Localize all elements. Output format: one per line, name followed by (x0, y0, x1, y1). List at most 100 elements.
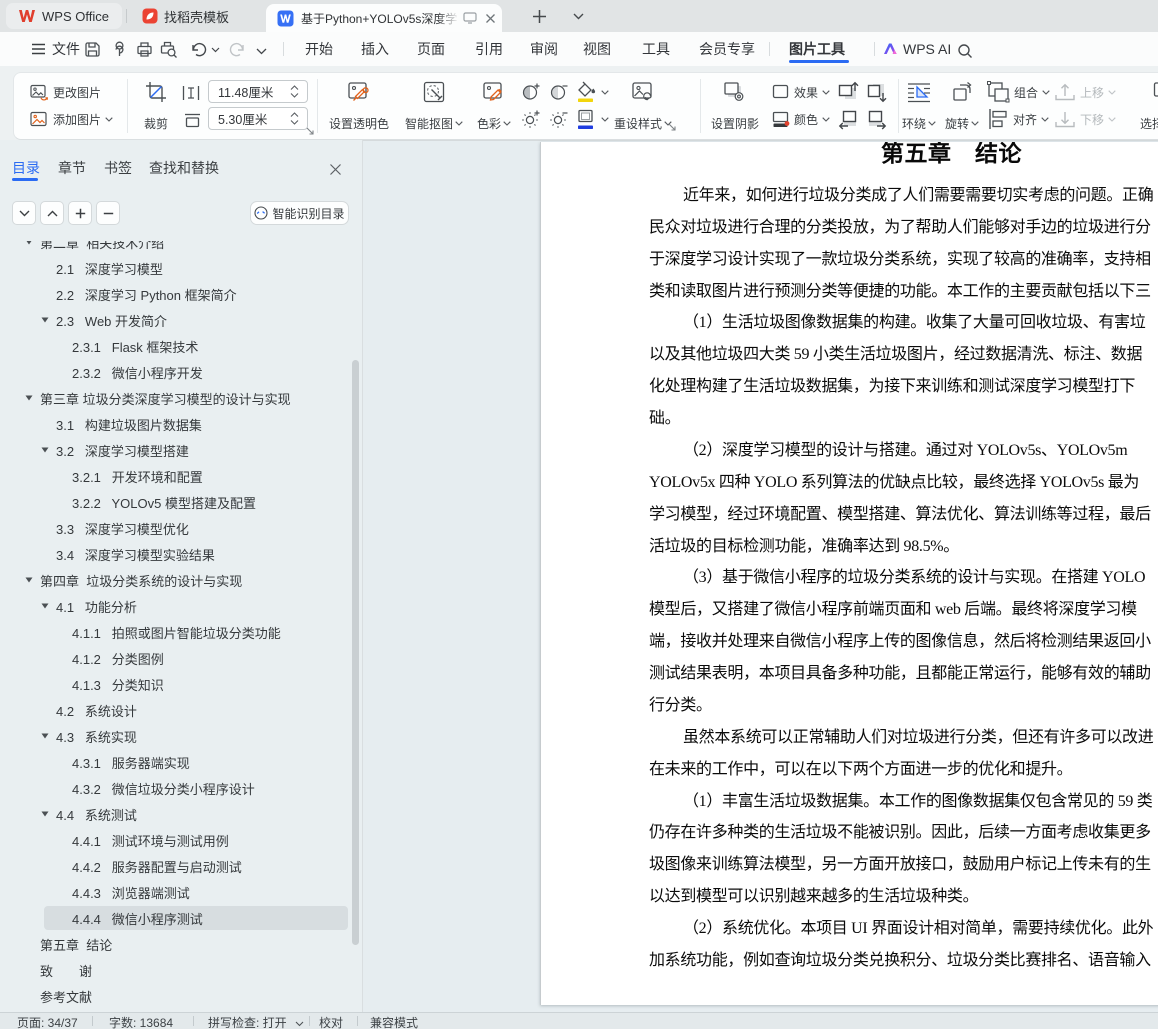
increase-contrast-button[interactable] (519, 81, 541, 103)
toc-item[interactable]: 2.2 深度学习 Python 框架简介 (0, 281, 352, 307)
quickbar-more-icon[interactable] (256, 41, 267, 61)
toc-item[interactable]: 第三章 垃圾分类深度学习模型的设计与实现 (0, 385, 352, 411)
sidebar-close-icon[interactable] (329, 163, 342, 176)
smart-cutout-button[interactable]: 智能抠图 (396, 78, 472, 136)
tab-list-dropdown-icon[interactable] (570, 8, 586, 24)
effects-button[interactable]: 效果 (772, 80, 830, 104)
toc-item[interactable]: 4.3.1 服务器端实现 (0, 749, 352, 775)
toc-collapse-arrow-icon[interactable] (41, 446, 49, 454)
undo-button[interactable] (190, 40, 220, 60)
sidebar-scrollbar-thumb[interactable] (352, 360, 359, 945)
toc-item[interactable]: 4.1.3 分类知识 (0, 671, 352, 697)
decrease-brightness-button[interactable] (547, 108, 569, 130)
toc-expand-up-button[interactable] (40, 201, 64, 225)
save-icon[interactable] (84, 39, 101, 59)
change-picture-button[interactable]: 更改图片 (30, 80, 101, 104)
toc-item[interactable]: 4.3.2 微信垃圾分类小程序设计 (0, 775, 352, 801)
status-spellcheck[interactable]: 拼写检查: 打开 (208, 1014, 304, 1029)
toc-collapse-arrow-icon[interactable] (25, 241, 33, 246)
move-left-button[interactable] (838, 108, 860, 130)
size-dialog-launcher-icon[interactable] (306, 127, 316, 137)
send-backward-button[interactable] (865, 81, 887, 103)
toc-item[interactable]: 第二章 相关技术介绍 (0, 241, 352, 255)
width-stepper[interactable] (290, 109, 302, 128)
picture-width-field[interactable]: 5.30厘米 (208, 107, 308, 130)
move-down-button[interactable]: 下移 (1054, 107, 1116, 131)
tab-wps-home[interactable]: WPS Office (6, 3, 122, 29)
toc-item[interactable]: 3.3 深度学习模型优化 (0, 515, 352, 541)
set-shadow-button[interactable]: 设置阴影 (704, 78, 766, 136)
print-preview-icon[interactable] (160, 39, 178, 59)
toc-collapse-arrow-icon[interactable] (25, 394, 33, 402)
set-transparent-color-button[interactable]: 设置透明色 (324, 78, 394, 136)
menu-tab-insert[interactable]: 插入 (361, 32, 389, 66)
search-icon[interactable] (957, 41, 973, 61)
toc-collapse-arrow-icon[interactable] (41, 316, 49, 324)
toc-item[interactable]: 第五章 结论 (0, 931, 352, 957)
toc-item[interactable]: 3.2.1 开发环境和配置 (0, 463, 352, 489)
move-up-button[interactable]: 上移 (1054, 80, 1116, 104)
toc-item[interactable]: 2.3.2 微信小程序开发 (0, 359, 352, 385)
tab-document-active[interactable]: 基于Python+YOLOv5s深度学 (266, 4, 502, 32)
menu-tab-review[interactable]: 审阅 (530, 32, 558, 66)
new-tab-button[interactable] (527, 5, 551, 27)
toc-item[interactable]: 2.3 Web 开发简介 (0, 307, 352, 333)
toc-collapse-arrow-icon[interactable] (41, 602, 49, 610)
wps-ai-button[interactable]: WPS AI (882, 32, 951, 66)
add-picture-button[interactable]: 添加图片 (30, 107, 113, 131)
sidebar-tab-find-replace[interactable]: 查找和替换 (149, 158, 219, 176)
toc-item[interactable]: 4.4.2 服务器配置与启动测试 (0, 853, 352, 879)
toc-item[interactable]: 4.2 系统设计 (0, 697, 352, 723)
document-page[interactable]: 第五章 结论 近年来，如何进行垃圾分类成了人们需要需要切实考虑的问题。正确 民众对… (540, 142, 1158, 1005)
toc-item[interactable]: 4.4.4 微信小程序测试 (0, 905, 352, 931)
menu-tab-home[interactable]: 开始 (305, 32, 333, 66)
picture-height-field[interactable]: 11.48厘米 (208, 80, 308, 103)
toc-item[interactable]: 致 谢 (0, 957, 352, 983)
toc-item[interactable]: 4.4.1 测试环境与测试用例 (0, 827, 352, 853)
toc-item[interactable]: 3.4 深度学习模型实验结果 (0, 541, 352, 567)
toc-item[interactable]: 2.1 深度学习模型 (0, 255, 352, 281)
toc-collapse-arrow-icon[interactable] (41, 732, 49, 740)
menu-tab-page[interactable]: 页面 (417, 32, 445, 66)
menu-tab-member[interactable]: 会员专享 (699, 32, 755, 66)
toc-item[interactable]: 第四章 垃圾分类系统的设计与实现 (0, 567, 352, 593)
move-right-button[interactable] (865, 108, 887, 130)
toc-item[interactable]: 4.1.1 拍照或图片智能垃圾分类功能 (0, 619, 352, 645)
tab-docer[interactable]: 找稻壳模板 (130, 3, 258, 29)
toc-item[interactable]: 2.3.1 Flask 框架技术 (0, 333, 352, 359)
toc-expand-all-button[interactable] (68, 201, 92, 225)
increase-brightness-button[interactable] (519, 108, 541, 130)
height-stepper[interactable] (290, 82, 302, 101)
toc-collapse-arrow-icon[interactable] (25, 576, 33, 584)
export-pdf-icon[interactable] (111, 39, 128, 59)
file-menu[interactable]: 文件 (31, 32, 80, 66)
status-proofread[interactable]: 校对 (319, 1014, 343, 1029)
menu-tab-view[interactable]: 视图 (583, 32, 611, 66)
status-word-count[interactable]: 字数: 13684 (109, 1014, 173, 1029)
style-dialog-launcher-icon[interactable] (668, 123, 678, 133)
toc-expand-down-button[interactable] (12, 201, 36, 225)
toc-item[interactable]: 4.4.3 浏览器端测试 (0, 879, 352, 905)
toc-collapse-all-button[interactable] (96, 201, 120, 225)
sidebar-tab-bookmarks[interactable]: 书签 (104, 158, 132, 176)
redo-button[interactable] (228, 40, 246, 60)
rotate-button[interactable]: 旋转 (934, 78, 990, 136)
toc-item[interactable]: 3.2.2 YOLOv5 模型搭建及配置 (0, 489, 352, 515)
toc-item[interactable]: 4.4 系统测试 (0, 801, 352, 827)
toc-item[interactable]: 4.3 系统实现 (0, 723, 352, 749)
toc-collapse-arrow-icon[interactable] (41, 810, 49, 818)
align-button[interactable]: 对齐 (987, 107, 1049, 131)
toc-item[interactable]: 3.2 深度学习模型搭建 (0, 437, 352, 463)
tab-close-icon[interactable] (485, 13, 496, 24)
menu-tab-reference[interactable]: 引用 (475, 32, 503, 66)
sidebar-tab-chapters[interactable]: 章节 (58, 158, 86, 176)
toc-item[interactable]: 参考文献 (0, 983, 352, 1007)
picture-color-button[interactable]: 颜色 (772, 107, 830, 131)
smart-identify-toc-button[interactable]: 智能识别目录 (250, 201, 349, 225)
group-button[interactable]: 组合 (987, 80, 1050, 104)
sidebar-tab-contents[interactable]: 目录 (12, 158, 40, 176)
bring-forward-button[interactable] (838, 81, 860, 103)
selection-pane-button[interactable]: 选择窗格 (1126, 78, 1158, 136)
status-compat-mode[interactable]: 兼容模式 (370, 1014, 418, 1029)
print-icon[interactable] (136, 39, 153, 59)
